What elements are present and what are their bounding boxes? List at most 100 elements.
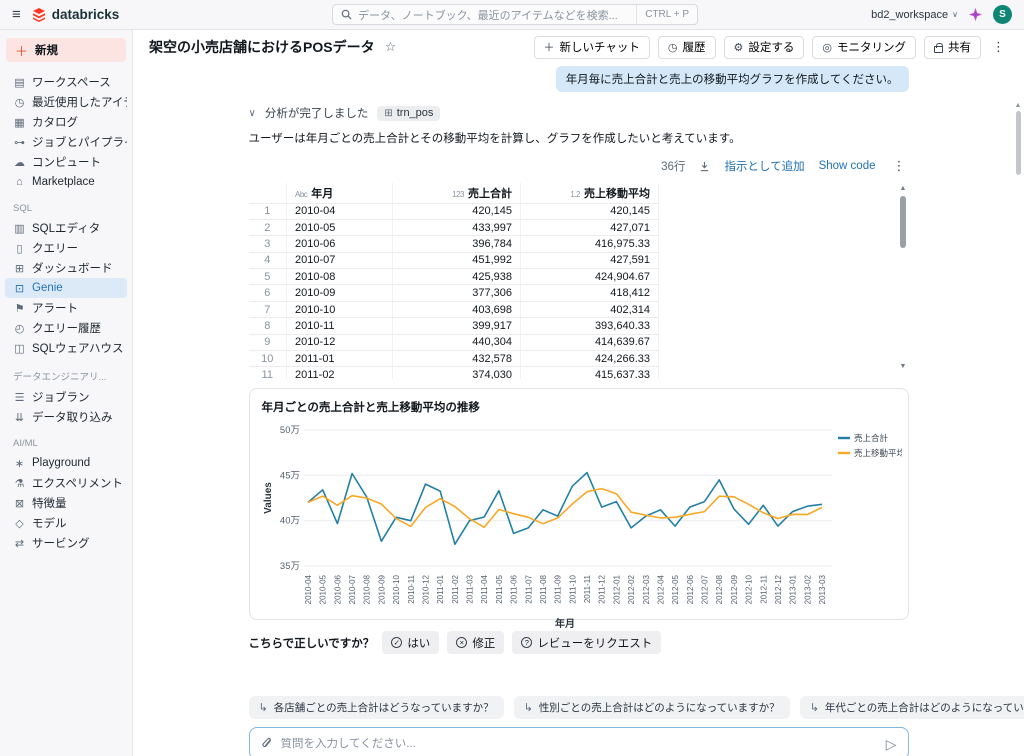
sidebar-item-label: ジョブとパイプライ... — [32, 134, 127, 150]
table-row[interactable]: 4 2010-07 451,992 427,591 — [249, 252, 659, 268]
sidebar-item-queries[interactable]: ▯ クエリー — [5, 238, 127, 258]
sidebar-item-marketplace[interactable]: ⌂Marketplace — [5, 172, 127, 192]
workspace-selector[interactable]: bd2_workspace ∨ — [871, 9, 958, 21]
sidebar-item-label: クエリー — [32, 240, 78, 256]
feedback-question: こちらで正しいですか？ — [249, 635, 375, 651]
svg-text:2012-04: 2012-04 — [656, 574, 665, 604]
page-scrollbar[interactable]: ▲ — [1014, 102, 1022, 175]
table-row[interactable]: 3 2010-06 396,784 416,975.33 — [249, 236, 659, 252]
sidebar-item-experiments[interactable]: ⚗エクスペリメント — [5, 473, 127, 493]
analysis-status-row: ∨ 分析が完了しました ⊞ trn_pos — [249, 105, 909, 121]
content-header: 架空の小売店舗におけるPOSデータ ☆ ＋ 新しいチャット ◷ 履歴 ⚙ 設定す… — [133, 30, 1024, 64]
column-header[interactable]: Abc年月 — [287, 183, 393, 203]
table-row[interactable]: 1 2010-04 420,145 420,145 — [249, 203, 659, 219]
svg-text:2011-03: 2011-03 — [465, 574, 474, 603]
databricks-logo[interactable]: databricks — [31, 7, 120, 23]
sidebar-item-sql-editor[interactable]: ▥SQLエディタ — [5, 218, 127, 238]
hamburger-menu-icon[interactable]: ≡ — [12, 6, 21, 23]
chart-card: 年月ごとの売上合計と売上移動平均の推移 35万40万45万50万2010-042… — [249, 388, 909, 620]
favorite-star-icon[interactable]: ☆ — [385, 39, 397, 55]
sidebar-item-serving[interactable]: ⇄サービング — [5, 533, 127, 553]
compute-icon: ☁ — [13, 156, 26, 169]
sidebar-item-catalog[interactable]: ▦カタログ — [5, 112, 127, 132]
new-button[interactable]: ＋ 新規 — [6, 38, 126, 62]
download-icon[interactable] — [699, 161, 710, 172]
sidebar-item-sql-warehouse[interactable]: ◫SQLウェアハウス — [5, 338, 127, 358]
dashboards-icon: ⊞ — [13, 262, 26, 275]
send-icon[interactable]: ▷ — [886, 737, 897, 751]
suggestion-chip[interactable]: ↳年代ごとの売上合計はどのようになっていますか？ — [800, 696, 1024, 719]
svg-text:2011-10: 2011-10 — [568, 574, 577, 603]
question-circle-icon: ? — [521, 637, 532, 648]
monitoring-button[interactable]: ◎ モニタリング — [812, 36, 916, 59]
feedback-fix-button[interactable]: × 修正 — [447, 631, 504, 654]
sidebar-item-compute[interactable]: ☁ コンピュート — [5, 152, 127, 172]
share-button[interactable]: 共有 — [924, 36, 981, 59]
result-table: Abc年月123売上合計1.2売上移動平均 1 2010-04 420,145 … — [249, 183, 660, 379]
sidebar-item-models[interactable]: ◇モデル — [5, 513, 127, 533]
sidebar-item-recents[interactable]: ◷最近使用したアイテ... — [5, 92, 127, 112]
collapse-chevron-icon[interactable]: ∨ — [249, 108, 256, 119]
scrollbar-thumb[interactable] — [1016, 111, 1021, 175]
table-scrollbar-thumb[interactable] — [900, 196, 906, 248]
global-search-input[interactable]: データ、ノートブック、最近のアイテムなどを検索... CTRL + P — [332, 4, 698, 25]
history-button[interactable]: ◷ 履歴 — [658, 36, 716, 59]
table-row[interactable]: 8 2010-11 399,917 393,640.33 — [249, 318, 659, 334]
sidebar-item-data-ingestion[interactable]: ⇊データ取り込み — [5, 407, 127, 427]
sidebar-item-label: SQLウェアハウス — [32, 340, 124, 356]
sidebar-item-workspace[interactable]: ▤ワークスペース — [5, 72, 127, 92]
table-reference-chip[interactable]: ⊞ trn_pos — [377, 106, 440, 121]
more-options-icon[interactable]: ⋮ — [989, 39, 1008, 55]
feedback-row: こちらで正しいですか？ ✓ はい × 修正 ? レビューをリクエスト — [249, 631, 909, 654]
feedback-yes-button[interactable]: ✓ はい — [382, 631, 439, 654]
table-scroll-down-icon[interactable]: ▼ — [898, 363, 909, 371]
plus-icon: ＋ — [544, 39, 555, 55]
sidebar-item-genie[interactable]: ⊡Genie — [5, 278, 127, 298]
new-button-label: 新規 — [35, 42, 58, 58]
show-code-link[interactable]: Show code — [819, 160, 876, 172]
column-header[interactable]: 123売上合計 — [393, 183, 521, 203]
request-review-button[interactable]: ? レビューをリクエスト — [512, 631, 661, 654]
question-input[interactable] — [281, 738, 878, 750]
svg-text:2010-12: 2010-12 — [421, 574, 430, 604]
paperclip-icon[interactable] — [261, 737, 273, 750]
result-more-options-icon[interactable]: ⋮ — [890, 158, 909, 174]
table-row[interactable]: 5 2010-08 425,938 424,904.67 — [249, 269, 659, 285]
suggestion-chip[interactable]: ↳性別ごとの売上合計はどのようになっていますか？ — [514, 696, 790, 719]
top-bar: ≡ databricks データ、ノートブック、最近のアイテムなどを検索... … — [0, 0, 1024, 30]
table-row[interactable]: 6 2010-09 377,306 418,412 — [249, 285, 659, 301]
table-icon: ⊞ — [384, 108, 392, 119]
settings-button[interactable]: ⚙ 設定する — [724, 36, 805, 59]
table-row[interactable]: 2 2010-05 433,997 427,071 — [249, 219, 659, 235]
cross-circle-icon: × — [456, 637, 467, 648]
svg-text:2012-06: 2012-06 — [685, 574, 694, 604]
add-instruction-link[interactable]: 指示として追加 — [724, 158, 804, 174]
table-row[interactable]: 11 2011-02 374,030 415,637.33 — [249, 367, 659, 379]
sidebar-item-query-history[interactable]: ◴クエリー履歴 — [5, 318, 127, 338]
row-number-header — [249, 183, 287, 203]
queries-icon: ▯ — [13, 242, 26, 255]
sidebar-item-playground[interactable]: ∗Playground — [5, 453, 127, 473]
column-header[interactable]: 1.2売上移動平均 — [521, 183, 659, 203]
recents-icon: ◷ — [13, 96, 26, 109]
sidebar-item-alerts[interactable]: ⚑アラート — [5, 298, 127, 318]
sidebar-item-dashboards[interactable]: ⊞ダッシュボード — [5, 258, 127, 278]
sidebar-item-job-runs[interactable]: ☰ジョブラン — [5, 387, 127, 407]
table-row[interactable]: 10 2011-01 432,578 424,266.33 — [249, 351, 659, 367]
sidebar-section-label: データエンジニアリ... — [13, 369, 119, 383]
user-avatar[interactable]: S — [993, 5, 1012, 24]
scroll-up-icon[interactable]: ▲ — [1015, 102, 1022, 109]
table-scrollbar[interactable]: ▲ ▼ — [898, 185, 909, 375]
svg-text:Values: Values — [263, 482, 274, 514]
table-row[interactable]: 7 2010-10 403,698 402,314 — [249, 301, 659, 317]
column-type-icon: 1.2 — [570, 190, 580, 199]
svg-text:2010-11: 2010-11 — [406, 574, 415, 603]
suggestion-chip[interactable]: ↳各店舗ごとの売上合計はどうなっていますか？ — [249, 696, 504, 719]
sidebar-item-features[interactable]: ⊠特徴量 — [5, 493, 127, 513]
sidebar-item-label: コンピュート — [32, 154, 101, 170]
assistant-sparkle-icon[interactable] — [968, 7, 983, 22]
sidebar-item-jobs-pipelines[interactable]: ⊶ジョブとパイプライ... — [5, 132, 127, 152]
table-scroll-up-icon[interactable]: ▲ — [898, 185, 909, 193]
new-chat-button[interactable]: ＋ 新しいチャット — [534, 36, 650, 59]
table-row[interactable]: 9 2010-12 440,304 414,639.67 — [249, 334, 659, 350]
